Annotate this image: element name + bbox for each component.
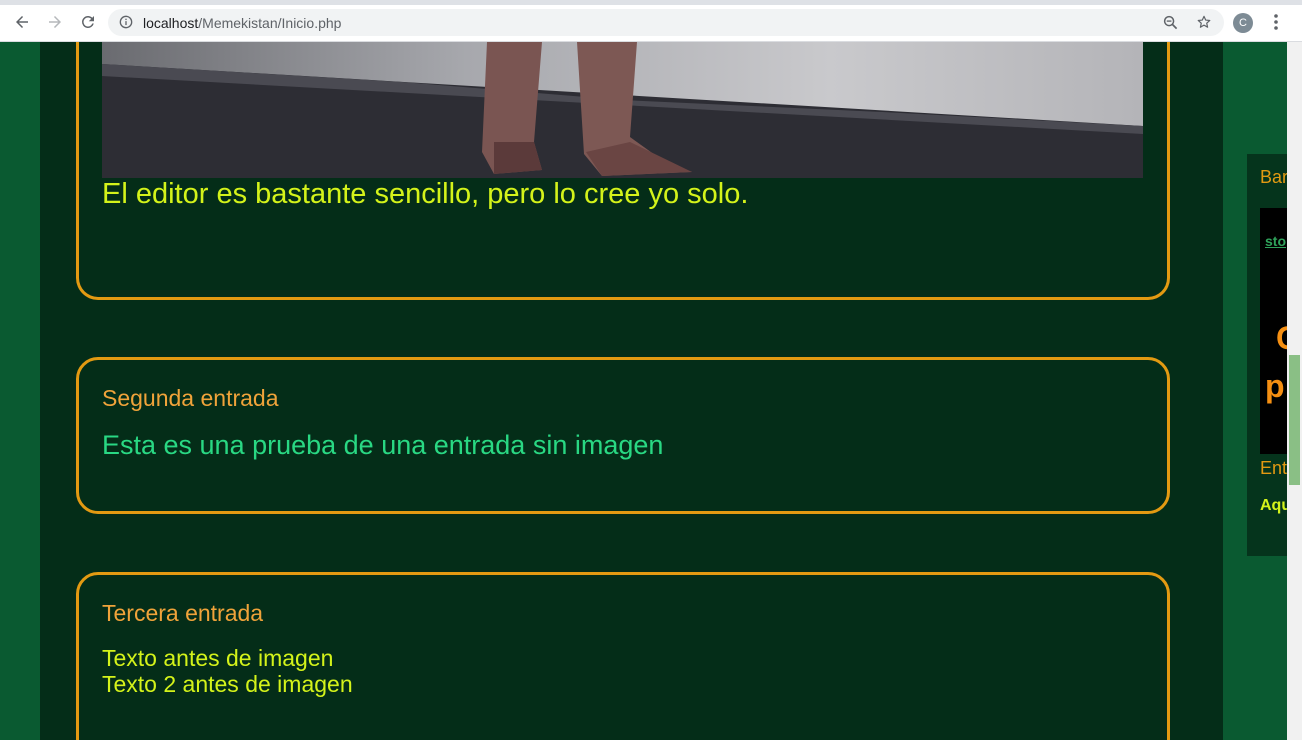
entry-text: Esta es una prueba de una entrada sin im… — [102, 430, 664, 460]
arrow-right-icon — [49, 16, 61, 28]
banner-link[interactable]: sto — [1265, 233, 1286, 249]
reload-button[interactable] — [77, 11, 99, 33]
bookmark-star-icon[interactable] — [1196, 14, 1212, 30]
entry-image — [102, 42, 1143, 178]
more-menu-icon[interactable] — [1268, 12, 1284, 32]
tab-strip — [0, 0, 1302, 5]
entry-text-line-2: Texto 2 antes de imagen — [102, 671, 353, 697]
profile-avatar[interactable]: C — [1233, 13, 1253, 33]
entry-text: El editor es bastante sencillo, pero lo … — [102, 178, 749, 210]
address-bar[interactable]: localhost/Memekistan/Inicio.php — [108, 9, 1224, 36]
back-button[interactable] — [11, 11, 33, 33]
url-host: localhost — [143, 15, 199, 31]
entry-text-line-1: Texto antes de imagen — [102, 645, 334, 671]
url-text[interactable]: localhost/Memekistan/Inicio.php — [143, 15, 341, 31]
photo-feet-image — [102, 42, 1143, 178]
entry-title: Tercera entrada — [102, 600, 264, 626]
page-viewport: El editor es bastante sencillo, pero lo … — [0, 42, 1302, 740]
reload-icon — [82, 15, 94, 28]
scrollbar-thumb[interactable] — [1289, 355, 1300, 485]
arrow-left-icon — [16, 16, 28, 28]
zoom-out-icon[interactable] — [1163, 15, 1178, 30]
entry-title: Segunda entrada — [102, 385, 279, 411]
sidebar-entries-title: Ent — [1260, 458, 1288, 478]
entry-card-second: Segunda entrada Esta es una prueba de un… — [76, 357, 1170, 514]
forward-button[interactable] — [44, 11, 66, 33]
entry-card-first: El editor es bastante sencillo, pero lo … — [76, 42, 1170, 300]
entry-card-third: Tercera entrada Texto antes de imagen Te… — [76, 572, 1170, 740]
info-icon[interactable] — [119, 15, 133, 29]
banner-headline-2: p — [1265, 368, 1285, 404]
sidebar-banner-title: Bar — [1260, 167, 1289, 187]
browser-toolbar: localhost/Memekistan/Inicio.php C — [0, 0, 1302, 42]
url-path: /Memekistan/Inicio.php — [198, 15, 342, 31]
main-column: El editor es bastante sencillo, pero lo … — [40, 42, 1223, 740]
page-scrollbar[interactable] — [1287, 42, 1302, 740]
